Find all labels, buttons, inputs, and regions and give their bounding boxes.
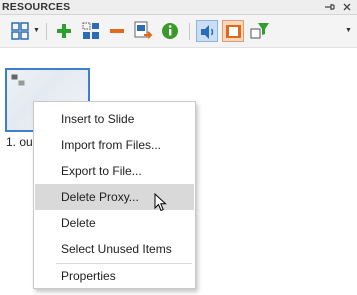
chevron-down-icon[interactable]: ▼ — [345, 27, 352, 34]
grid-view-icon — [11, 22, 29, 40]
thumbnail-caption: 1. ou — [6, 135, 33, 149]
close-icon[interactable] — [340, 0, 354, 14]
menu-item-delete-proxy[interactable]: Delete Proxy... — [35, 184, 194, 210]
context-menu: Insert to Slide Import from Files... Exp… — [33, 101, 196, 289]
export-button[interactable] — [132, 20, 154, 42]
toolbar: ▼ ▼ — [0, 15, 357, 48]
info-icon — [162, 23, 178, 39]
menu-item-select-unused-items[interactable]: Select Unused Items — [35, 236, 194, 262]
menu-item-delete[interactable]: Delete — [35, 210, 194, 236]
blocks-icon — [82, 22, 99, 39]
menu-item-import-from-files[interactable]: Import from Files... — [35, 132, 194, 158]
chevron-down-icon[interactable]: ▼ — [33, 27, 40, 34]
proxy-badge-icon — [11, 74, 25, 86]
remove-button[interactable] — [106, 20, 128, 42]
minus-icon — [110, 29, 124, 33]
toolbar-separator — [46, 23, 47, 40]
insert-button[interactable] — [80, 20, 102, 42]
video-filter-button[interactable] — [222, 20, 244, 42]
speaker-icon — [201, 25, 214, 39]
toolbar-separator — [189, 23, 190, 40]
film-icon — [226, 25, 241, 38]
view-layout-button[interactable] — [9, 20, 31, 42]
menu-item-export-to-file[interactable]: Export to File... — [35, 158, 194, 184]
filter-button[interactable] — [249, 20, 271, 42]
plus-icon — [57, 24, 71, 38]
mouse-cursor-icon — [154, 193, 167, 212]
pin-icon[interactable] — [322, 0, 336, 14]
export-icon — [134, 21, 153, 39]
info-button[interactable] — [159, 20, 181, 42]
audio-filter-button[interactable] — [196, 20, 218, 42]
menu-item-insert-to-slide[interactable]: Insert to Slide — [35, 106, 194, 132]
funnel-icon — [250, 23, 269, 39]
menu-item-properties[interactable]: Properties — [35, 263, 194, 289]
panel-title: RESOURCES — [2, 1, 71, 13]
panel-header: RESOURCES — [0, 0, 357, 15]
add-button[interactable] — [53, 20, 75, 42]
